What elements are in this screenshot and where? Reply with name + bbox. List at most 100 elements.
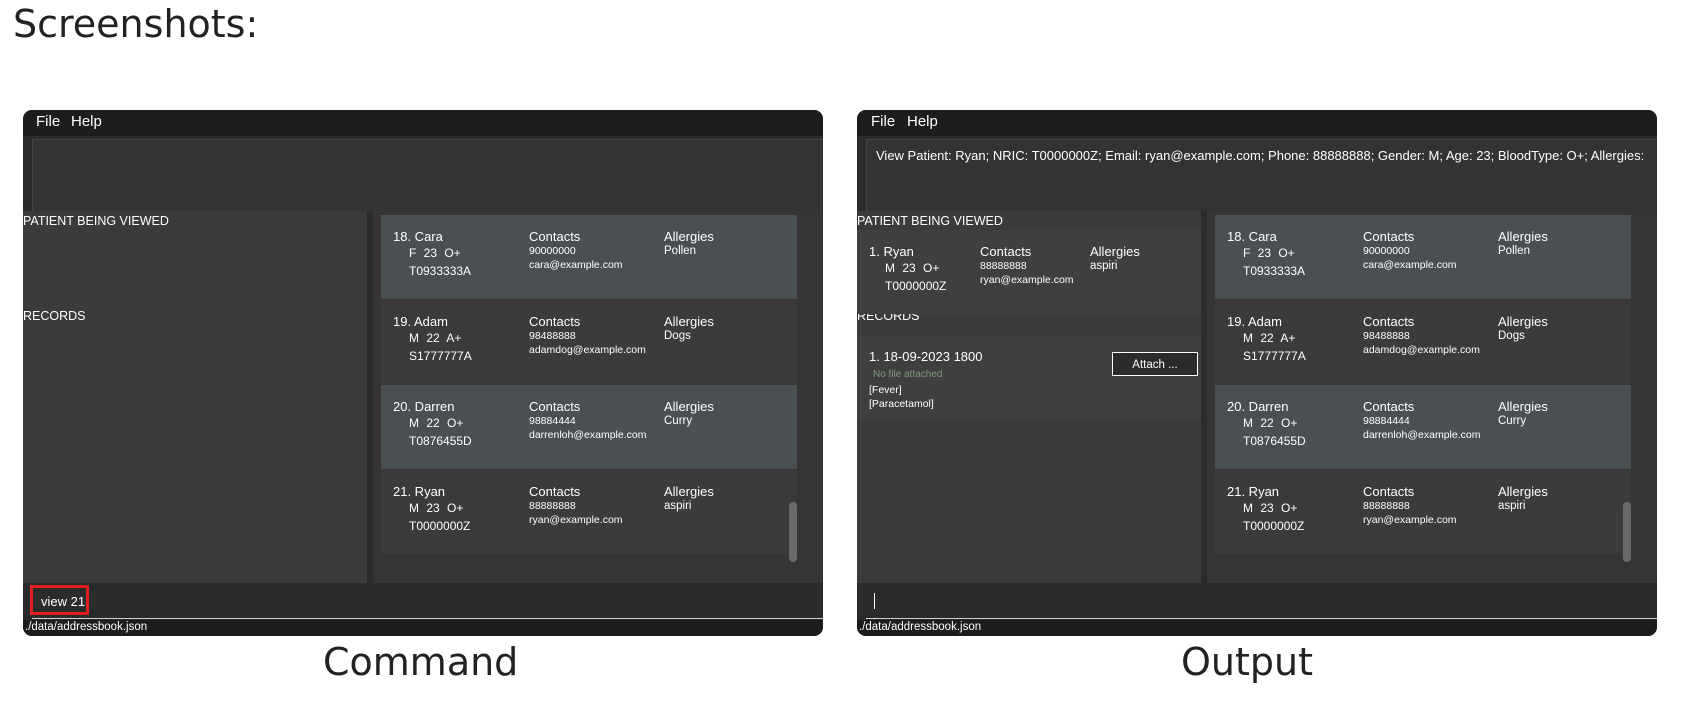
records-label: RECORDS xyxy=(23,309,86,323)
patient-phone: 90000000 xyxy=(1363,245,1410,257)
patient-meta: M 22 O+ xyxy=(1243,416,1298,430)
file-menu[interactable]: File xyxy=(36,113,60,130)
patient-card[interactable]: 19. Adam M 22 A+ S1777777A Contacts 9848… xyxy=(381,300,797,384)
patient-name: 19. Adam xyxy=(393,314,448,329)
patient-name: 19. Adam xyxy=(1227,314,1282,329)
patient-name: 21. Ryan xyxy=(393,484,446,499)
patient-meta: M 23 O+ xyxy=(409,501,464,515)
patient-meta: M 22 O+ xyxy=(409,416,464,430)
output-caption: Output xyxy=(1181,640,1313,684)
patient-card[interactable]: 18. Cara F 23 O+ T0933333A Contacts 9000… xyxy=(1215,215,1631,299)
patient-card[interactable]: 19. Adam M 22 A+ S1777777A Contacts 9848… xyxy=(1215,300,1631,384)
patient-nric: T0876455D xyxy=(409,434,472,448)
record-card[interactable]: 1. 18-09-2023 1800 No file attached [Fev… xyxy=(857,337,1201,421)
patient-card[interactable]: 18. Cara F 23 O+ T0933333A Contacts 9000… xyxy=(381,215,797,299)
patient-meta: F 23 O+ xyxy=(1243,246,1295,260)
patient-phone: 90000000 xyxy=(529,245,576,257)
viewed-patient-card[interactable]: 1. Ryan M 23 O+ T0000000Z Contacts 88888… xyxy=(857,230,1201,314)
allergies-label: Allergies xyxy=(1498,314,1548,329)
patient-allergies: Pollen xyxy=(664,245,696,257)
allergies-label: Allergies xyxy=(664,229,714,244)
patient-card[interactable]: 21. Ryan M 23 O+ T0000000Z Contacts 8888… xyxy=(381,470,797,554)
list-scrollbar[interactable] xyxy=(789,502,797,562)
contacts-label: Contacts xyxy=(1363,484,1415,499)
menu-bar: File Help xyxy=(23,110,823,136)
allergies-label: Allergies xyxy=(664,314,714,329)
patient-name: 1. Ryan xyxy=(869,244,914,259)
patient-nric: T0933333A xyxy=(409,264,472,278)
patient-view-panel: PATIENT BEING VIEWED RECORDS xyxy=(23,211,367,583)
patient-meta: M 22 A+ xyxy=(1243,331,1296,345)
list-scrollbar[interactable] xyxy=(1623,502,1631,562)
command-highlight-box xyxy=(30,585,89,615)
command-box[interactable] xyxy=(857,583,1657,620)
patient-allergies: Curry xyxy=(664,415,693,427)
patient-phone: 98884444 xyxy=(1363,415,1410,427)
command-underline xyxy=(32,618,823,619)
result-text: View Patient: Ryan; NRIC: T0000000Z; Ema… xyxy=(876,148,1645,163)
patient-nric: T0000000Z xyxy=(885,279,947,293)
help-menu[interactable]: Help xyxy=(71,113,102,130)
command-box[interactable]: view 21 xyxy=(23,583,823,620)
contacts-label: Contacts xyxy=(529,399,581,414)
patient-allergies: Dogs xyxy=(1498,330,1525,342)
contacts-label: Contacts xyxy=(529,229,581,244)
patient-email: adamdog@example.com xyxy=(1363,344,1480,356)
patient-meta: F 23 O+ xyxy=(409,246,461,260)
patient-nric: T0933333A xyxy=(1243,264,1306,278)
patient-email: darrenloh@example.com xyxy=(1363,429,1481,441)
patient-allergies: Dogs xyxy=(664,330,691,342)
patient-allergies: aspiri xyxy=(1090,260,1118,272)
status-bar: ./data/addressbook.json xyxy=(857,620,1657,636)
patient-name: 18. Cara xyxy=(393,229,443,244)
page-heading: Screenshots: xyxy=(13,2,259,46)
allergies-label: Allergies xyxy=(664,399,714,414)
contacts-label: Contacts xyxy=(529,484,581,499)
patient-list[interactable]: 18. Cara F 23 O+ T0933333A Contacts 9000… xyxy=(373,211,823,583)
allergies-label: Allergies xyxy=(1498,399,1548,414)
patient-email: darrenloh@example.com xyxy=(529,429,647,441)
output-app-window: File Help View Patient: Ryan; NRIC: T000… xyxy=(857,110,1657,636)
patient-phone: 88888888 xyxy=(1363,500,1410,512)
patient-name: 21. Ryan xyxy=(1227,484,1280,499)
record-condition-tag: [Fever] xyxy=(869,384,902,396)
record-date: 1. 18-09-2023 1800 xyxy=(869,349,983,364)
patient-nric: T0876455D xyxy=(1243,434,1306,448)
contacts-label: Contacts xyxy=(1363,314,1415,329)
patient-card[interactable]: 20. Darren M 22 O+ T0876455D Contacts 98… xyxy=(1215,385,1631,469)
patient-nric: S1777777A xyxy=(409,349,472,363)
contacts-label: Contacts xyxy=(529,314,581,329)
allergies-label: Allergies xyxy=(664,484,714,499)
patient-nric: T0000000Z xyxy=(1243,519,1305,533)
patient-phone: 88888888 xyxy=(980,260,1027,272)
attach-button[interactable]: Attach ... xyxy=(1112,352,1198,376)
patient-phone: 98488888 xyxy=(529,330,576,342)
contacts-label: Contacts xyxy=(980,244,1032,259)
contacts-label: Contacts xyxy=(1363,399,1415,414)
result-display xyxy=(32,139,823,212)
allergies-label: Allergies xyxy=(1498,229,1548,244)
command-app-window: File Help PATIENT BEING VIEWED RECORDS 1… xyxy=(23,110,823,636)
patient-name: 18. Cara xyxy=(1227,229,1277,244)
patient-meta: M 23 O+ xyxy=(1243,501,1298,515)
patient-allergies: aspiri xyxy=(664,500,692,512)
patient-name: 20. Darren xyxy=(393,399,455,414)
patient-email: ryan@example.com xyxy=(980,274,1074,286)
patient-list[interactable]: 18. Cara F 23 O+ T0933333A Contacts 9000… xyxy=(1207,211,1657,583)
patient-being-viewed-label: PATIENT BEING VIEWED xyxy=(23,214,169,228)
patient-nric: S1777777A xyxy=(1243,349,1306,363)
help-menu[interactable]: Help xyxy=(907,113,938,130)
patient-card[interactable]: 20. Darren M 22 O+ T0876455D Contacts 98… xyxy=(381,385,797,469)
patient-email: cara@example.com xyxy=(529,259,623,271)
menu-bar: File Help xyxy=(857,110,1657,136)
patient-card[interactable]: 21. Ryan M 23 O+ T0000000Z Contacts 8888… xyxy=(1215,470,1631,554)
allergies-label: Allergies xyxy=(1498,484,1548,499)
record-medication-tag: [Paracetamol] xyxy=(869,398,934,410)
patient-email: adamdog@example.com xyxy=(529,344,646,356)
file-menu[interactable]: File xyxy=(871,113,895,130)
record-file-status: No file attached xyxy=(873,369,943,380)
patient-meta: M 22 A+ xyxy=(409,331,462,345)
allergies-label: Allergies xyxy=(1090,244,1140,259)
patient-meta: M 23 O+ xyxy=(885,261,940,275)
patient-allergies: aspiri xyxy=(1498,500,1526,512)
